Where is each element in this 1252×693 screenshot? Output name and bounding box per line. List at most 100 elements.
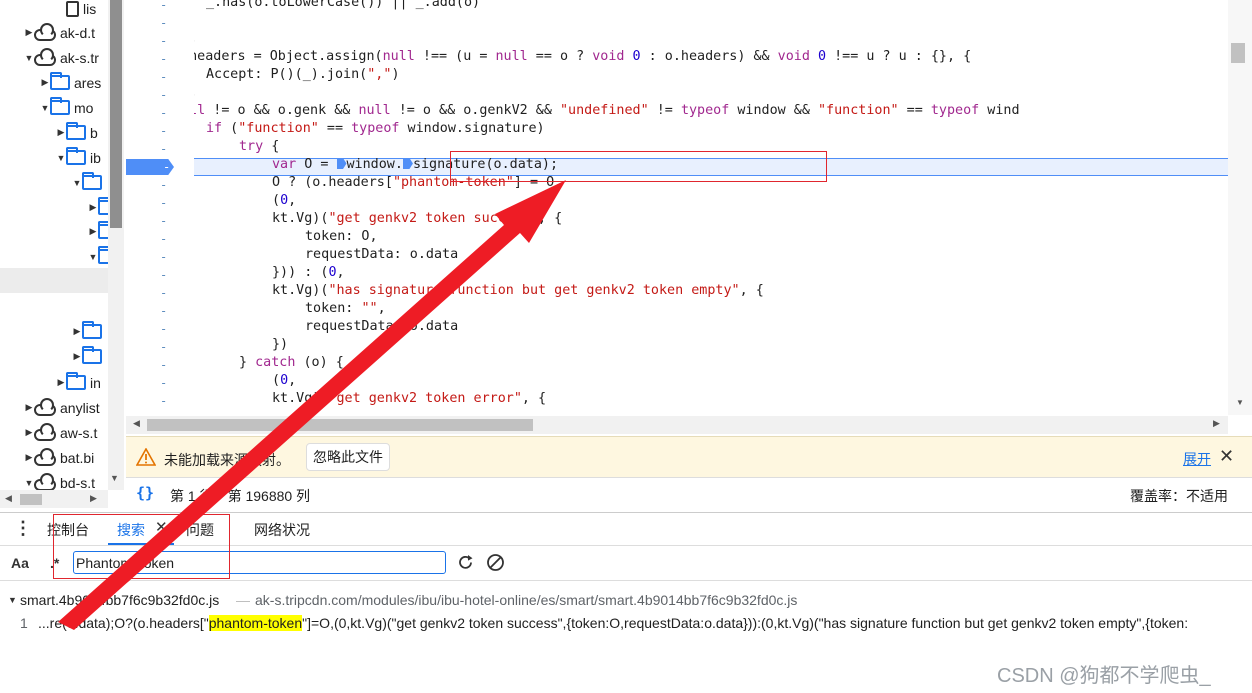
code-line[interactable]: _.has(o.toLowerCase()) || _.add(o) bbox=[206, 0, 480, 10]
warning-icon bbox=[136, 448, 156, 466]
scroll-right-icon[interactable]: ▶ bbox=[1213, 418, 1220, 429]
code-line[interactable]: token: "", bbox=[305, 301, 386, 316]
expanded-arrow-icon[interactable]: ▼ bbox=[40, 103, 50, 113]
collapsed-arrow-icon[interactable]: ▶ bbox=[88, 226, 98, 237]
line-marker[interactable]: - bbox=[160, 0, 167, 12]
line-marker[interactable]: - bbox=[160, 250, 167, 264]
line-marker[interactable]: - bbox=[160, 88, 167, 102]
expanded-arrow-icon[interactable]: ▼ bbox=[88, 252, 98, 262]
code-line[interactable]: kt.Vg)("get genkv2 token success", { bbox=[272, 211, 562, 226]
scroll-down-icon[interactable]: ▼ bbox=[110, 473, 119, 483]
code-line[interactable]: if ("function" == typeof window.signatur… bbox=[206, 121, 545, 136]
code-line[interactable]: (0, bbox=[272, 373, 296, 388]
line-marker[interactable]: - bbox=[160, 268, 167, 282]
line-marker[interactable]: - bbox=[160, 52, 167, 66]
refresh-icon[interactable] bbox=[456, 553, 475, 572]
line-marker[interactable]: - bbox=[160, 322, 167, 336]
collapsed-arrow-icon[interactable]: ▶ bbox=[24, 27, 34, 38]
result-file-name[interactable]: smart.4b9014bb7f6c9b32fd0c.js bbox=[20, 592, 219, 608]
tree-item-label: in bbox=[90, 374, 101, 391]
scroll-left-icon[interactable]: ◀ bbox=[133, 418, 140, 429]
collapsed-arrow-icon[interactable]: ▶ bbox=[24, 427, 34, 438]
scroll-down-icon[interactable]: ▼ bbox=[1236, 398, 1244, 407]
line-marker[interactable]: - bbox=[160, 358, 167, 372]
tree-item-label: ak-s.tr bbox=[60, 49, 99, 66]
collapsed-arrow-icon[interactable]: ▶ bbox=[56, 377, 66, 388]
collapsed-arrow-icon[interactable]: ▶ bbox=[72, 351, 82, 362]
expand-link[interactable]: 展开 bbox=[1183, 449, 1211, 469]
expanded-arrow-icon[interactable]: ▼ bbox=[24, 53, 34, 63]
line-marker[interactable]: - bbox=[160, 34, 167, 48]
cloud-icon bbox=[34, 47, 56, 66]
collapsed-arrow-icon[interactable]: ▶ bbox=[56, 127, 66, 138]
line-marker[interactable]: - bbox=[160, 106, 167, 120]
code-line[interactable]: Accept: P()(_).join(",") bbox=[206, 67, 400, 82]
line-marker[interactable]: - bbox=[160, 340, 167, 354]
pretty-print-icon[interactable]: {} bbox=[136, 484, 154, 502]
expanded-arrow-icon[interactable]: ▼ bbox=[56, 153, 66, 163]
watermark: CSDN @狗都不学爬虫_ bbox=[997, 665, 1211, 687]
tree-horizontal-scroll-thumb[interactable] bbox=[20, 494, 42, 505]
line-marker[interactable]: - bbox=[160, 214, 167, 228]
results-divider bbox=[0, 580, 1252, 581]
clear-icon[interactable] bbox=[486, 553, 505, 572]
folder-icon bbox=[50, 72, 70, 90]
line-marker[interactable]: - bbox=[160, 394, 167, 408]
expanded-arrow-icon[interactable]: ▼ bbox=[24, 478, 34, 488]
ignore-file-button[interactable]: 忽略此文件 bbox=[306, 443, 390, 471]
line-marker[interactable]: - bbox=[160, 376, 167, 390]
cloud-icon bbox=[34, 397, 56, 416]
code-line[interactable]: kt.Vg)("has signature function but get g… bbox=[272, 283, 764, 298]
editor-vertical-scroll-thumb[interactable] bbox=[1231, 43, 1245, 63]
code-line[interactable]: requestData: o.data bbox=[305, 247, 458, 262]
code-line[interactable]: o.headers = Object.assign(null !== (u = … bbox=[194, 49, 971, 64]
code-line[interactable]: kt.Vg)("get genkv2 token error", { bbox=[272, 391, 546, 406]
expanded-arrow-icon[interactable]: ▼ bbox=[72, 178, 82, 188]
folder-icon bbox=[82, 346, 102, 364]
match-prefix: ...re(o.data);O?(o.headers[" bbox=[38, 615, 209, 631]
collapsed-arrow-icon[interactable]: ▶ bbox=[88, 202, 98, 213]
match-case-toggle[interactable]: Aa bbox=[11, 555, 29, 571]
result-separator: — bbox=[236, 592, 250, 608]
match-line-number: 1 bbox=[20, 615, 28, 631]
collapsed-arrow-icon[interactable]: ▶ bbox=[40, 77, 50, 88]
collapsed-arrow-icon[interactable]: ▶ bbox=[24, 452, 34, 463]
tree-selected-row[interactable] bbox=[0, 268, 108, 293]
code-editor[interactable]: _.has(o.toLowerCase()) || _.add(o)})),o.… bbox=[194, 0, 1228, 415]
line-marker[interactable]: - bbox=[160, 70, 167, 84]
line-marker[interactable]: - bbox=[160, 232, 167, 246]
editor-horizontal-scroll-thumb[interactable] bbox=[147, 419, 533, 431]
code-line[interactable]: }) bbox=[272, 337, 288, 352]
line-marker[interactable]: - bbox=[160, 304, 167, 318]
close-icon[interactable]: ✕ bbox=[1219, 446, 1234, 467]
line-marker[interactable]: - bbox=[160, 286, 167, 300]
code-line[interactable]: try { bbox=[239, 139, 279, 154]
code-line[interactable]: token: O, bbox=[305, 229, 378, 244]
tree-vertical-scroll-thumb[interactable] bbox=[110, 0, 122, 228]
code-line[interactable]: null != o && o.genk && null != o && o.ge… bbox=[194, 103, 1020, 118]
line-marker[interactable]: - bbox=[160, 196, 167, 210]
line-marker[interactable]: - bbox=[160, 124, 167, 138]
result-file-url[interactable]: ak-s.tripcdn.com/modules/ibu/ibu-hotel-o… bbox=[255, 592, 797, 608]
line-marker[interactable]: - bbox=[160, 142, 167, 156]
tree-item-label: anylist bbox=[60, 399, 100, 416]
collapse-arrow-icon[interactable]: ▼ bbox=[8, 595, 17, 605]
code-line[interactable]: } catch (o) { bbox=[239, 355, 344, 370]
code-line[interactable]: })) : (0, bbox=[272, 265, 345, 280]
tab-network-conditions[interactable]: 网络状况 bbox=[254, 520, 310, 540]
search-match-row[interactable]: ...re(o.data);O?(o.headers["phantom-toke… bbox=[38, 615, 1252, 631]
scroll-left-icon[interactable]: ◀ bbox=[5, 493, 12, 504]
more-menu-icon[interactable]: ⋮ bbox=[14, 518, 32, 539]
coverage-status: 覆盖率：不适用 bbox=[1130, 488, 1228, 504]
collapsed-arrow-icon[interactable]: ▶ bbox=[72, 326, 82, 337]
line-marker[interactable]: - bbox=[160, 16, 167, 30]
line-marker[interactable]: - bbox=[160, 178, 167, 192]
code-line[interactable]: }), bbox=[194, 85, 197, 100]
code-line[interactable]: )), bbox=[194, 31, 197, 46]
code-line[interactable]: requestData: o.data bbox=[305, 319, 458, 334]
match-suffix: "]=O,(0,kt.Vg)("get genkv2 token success… bbox=[302, 615, 1189, 631]
collapsed-arrow-icon[interactable]: ▶ bbox=[24, 402, 34, 413]
code-line[interactable]: (0, bbox=[272, 193, 296, 208]
cloud-icon bbox=[34, 22, 56, 41]
scroll-right-icon[interactable]: ▶ bbox=[90, 493, 97, 504]
